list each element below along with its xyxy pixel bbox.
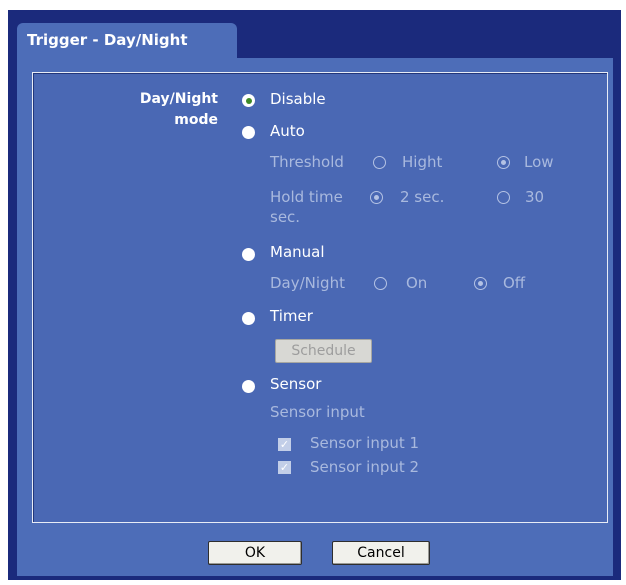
auto-radio[interactable] [242, 126, 255, 139]
sensor-input-heading: Sensor input [270, 403, 365, 421]
schedule-button[interactable]: Schedule [275, 339, 372, 363]
disable-label: Disable [270, 90, 326, 108]
sensor-input-1-checkbox[interactable]: ✓ [278, 438, 291, 451]
hold-2sec-label: 2 sec. [400, 188, 445, 206]
threshold-low-label: Low [524, 153, 554, 171]
auto-label: Auto [270, 122, 305, 140]
disable-radio[interactable] [242, 94, 255, 107]
threshold-low-radio[interactable] [497, 156, 510, 169]
threshold-high-label: Hight [402, 153, 443, 171]
threshold-label: Threshold [270, 153, 344, 171]
sensor-input-2-label: Sensor input 2 [310, 458, 420, 476]
manual-on-label: On [406, 274, 428, 292]
ok-button[interactable]: OK [208, 541, 302, 565]
sensor-radio[interactable] [242, 380, 255, 393]
manual-off-label: Off [503, 274, 526, 292]
hold-30-unit-label: sec. [270, 208, 301, 226]
manual-label: Manual [270, 243, 325, 261]
tab-trigger-day-night[interactable]: Trigger - Day/Night [17, 23, 237, 58]
threshold-high-radio[interactable] [373, 156, 386, 169]
day-night-mode-label-line2: mode [174, 112, 218, 128]
settings-group-box [32, 72, 608, 523]
manual-radio[interactable] [242, 248, 255, 261]
timer-label: Timer [270, 307, 313, 325]
manual-off-radio[interactable] [474, 277, 487, 290]
manual-on-radio[interactable] [374, 277, 387, 290]
manual-day-night-label: Day/Night [270, 274, 345, 292]
hold-time-label: Hold time [270, 188, 343, 206]
timer-radio[interactable] [242, 312, 255, 325]
hold-2sec-radio[interactable] [370, 191, 383, 204]
hold-30sec-radio[interactable] [497, 191, 510, 204]
day-night-mode-label-line1: Day/Night [139, 91, 218, 107]
sensor-input-1-label: Sensor input 1 [310, 434, 420, 452]
sensor-label: Sensor [270, 375, 322, 393]
sensor-input-2-checkbox[interactable]: ✓ [278, 461, 291, 474]
cancel-button[interactable]: Cancel [332, 541, 430, 565]
hold-30-label: 30 [525, 188, 545, 206]
